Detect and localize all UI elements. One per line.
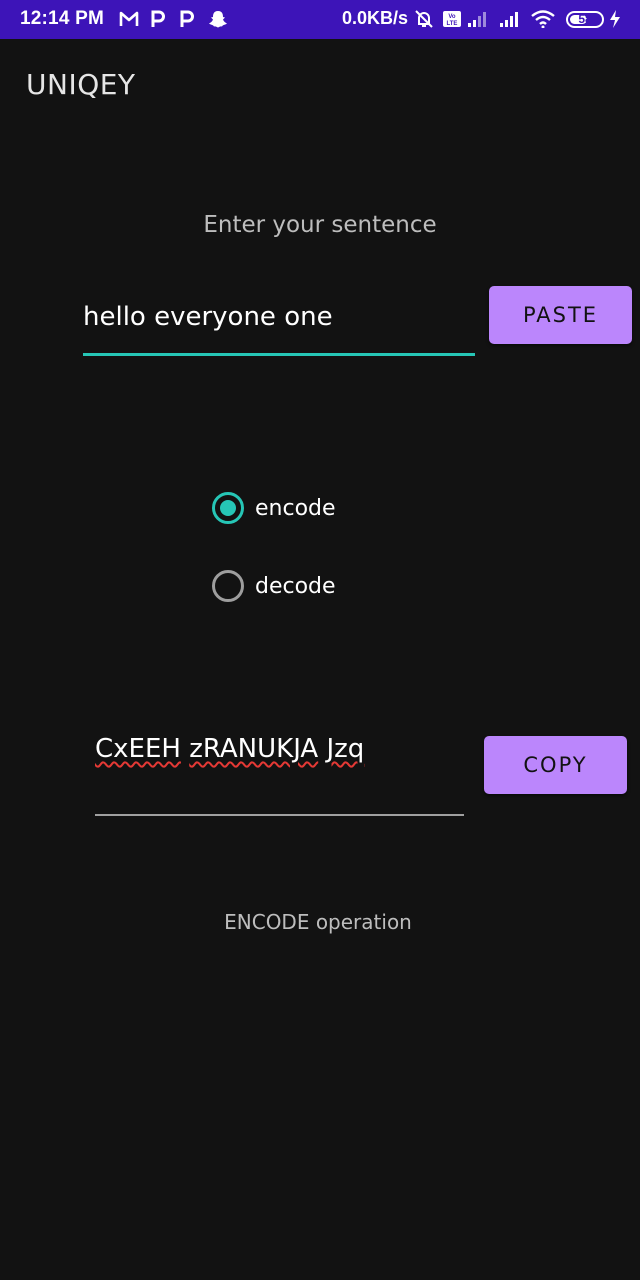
- paytm-icon: [149, 9, 167, 29]
- sentence-prompt-label: Enter your sentence: [203, 212, 437, 238]
- gmail-icon: [118, 9, 140, 29]
- paste-button[interactable]: PASTE: [489, 286, 632, 344]
- result-word: CxEEH: [95, 734, 181, 764]
- app-title: UNIQEY: [26, 68, 136, 101]
- radio-encode[interactable]: encode: [212, 491, 336, 525]
- alarm-off-icon: [412, 9, 436, 29]
- svg-text:Vo: Vo: [448, 14, 456, 20]
- status-time: 12:14 PM: [20, 8, 104, 29]
- svg-text:LTE: LTE: [447, 21, 458, 27]
- battery-level: 58: [578, 12, 592, 26]
- result-word: zRANUKJA: [189, 734, 319, 764]
- operation-label: ENCODE operation: [224, 910, 412, 934]
- snapchat-icon: [207, 9, 229, 29]
- signal-icon: [498, 9, 522, 29]
- battery-indicator: 58: [566, 11, 604, 28]
- result-field[interactable]: CxEEH zRANUKJA Jzq: [95, 728, 464, 816]
- radio-decode-label[interactable]: decode: [255, 574, 336, 599]
- volte-icon: Vo LTE: [442, 9, 462, 29]
- signal-icon: [466, 9, 490, 29]
- sentence-input[interactable]: [83, 280, 475, 356]
- copy-button[interactable]: COPY: [484, 736, 627, 794]
- radio-checked-icon[interactable]: [212, 492, 244, 524]
- wifi-icon: [530, 9, 556, 29]
- status-bar: 12:14 PM 0.0KB/s Vo LTE 58: [0, 0, 640, 39]
- radio-unchecked-icon[interactable]: [212, 570, 244, 602]
- result-text[interactable]: CxEEH zRANUKJA Jzq: [95, 734, 364, 764]
- result-word: Jzq: [326, 734, 365, 764]
- app-screen: 12:14 PM 0.0KB/s Vo LTE 58 UNIQEY Enter …: [0, 0, 640, 1280]
- radio-encode-label[interactable]: encode: [255, 496, 336, 521]
- bolt-icon: [608, 9, 622, 29]
- paytm-icon: [178, 9, 196, 29]
- network-speed: 0.0KB/s: [342, 8, 409, 28]
- radio-decode[interactable]: decode: [212, 569, 336, 603]
- radio-dot-icon: [220, 500, 236, 516]
